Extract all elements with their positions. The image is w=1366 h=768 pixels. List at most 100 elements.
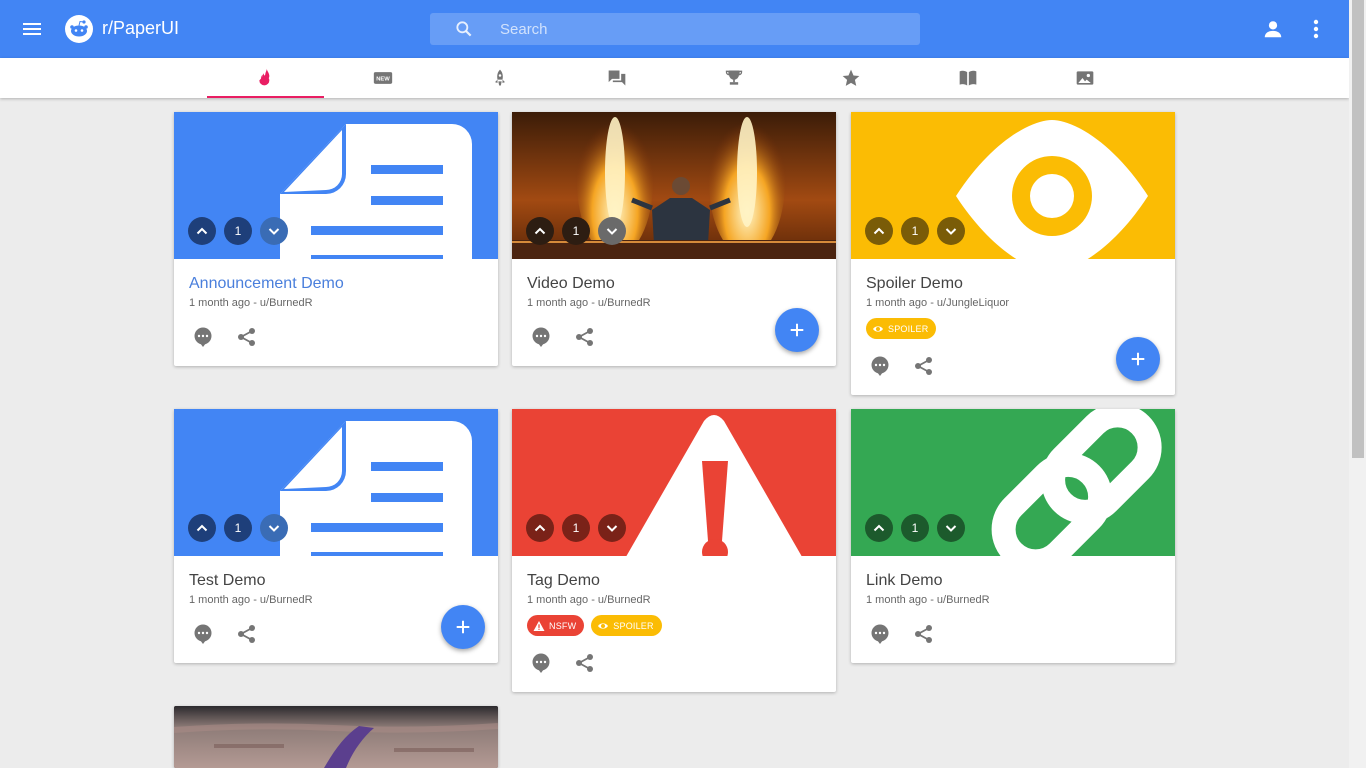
chevron-up-icon: [873, 524, 885, 532]
post-card[interactable]: 1 Tag Demo 1 month ago - u/BurnedR NSFW …: [512, 409, 836, 692]
post-tags: SPOILER: [866, 318, 937, 339]
vote-controls: 1: [188, 514, 288, 542]
spoiler-tag: SPOILER: [866, 318, 937, 339]
post-title[interactable]: Test Demo: [189, 572, 265, 590]
tab-controversial[interactable]: [558, 58, 675, 98]
post-actions: [192, 623, 258, 645]
post-thumbnail[interactable]: 1: [174, 409, 498, 556]
upvote-button[interactable]: [526, 514, 554, 542]
score-badge: 1: [562, 217, 590, 245]
vote-controls: 1: [188, 217, 288, 245]
upvote-button[interactable]: [526, 217, 554, 245]
add-button[interactable]: [775, 308, 819, 352]
eye-icon: [873, 325, 883, 332]
score-badge: 1: [562, 514, 590, 542]
chevron-up-icon: [873, 227, 885, 235]
reddit-logo-icon[interactable]: [65, 15, 93, 43]
vote-controls: 1: [526, 514, 626, 542]
comment-icon[interactable]: [869, 623, 891, 645]
post-thumbnail[interactable]: 1: [512, 409, 836, 556]
post-meta: 1 month ago - u/BurnedR: [527, 297, 651, 309]
share-icon[interactable]: [236, 623, 258, 645]
comment-icon[interactable]: [530, 326, 552, 348]
downvote-button[interactable]: [260, 217, 288, 245]
comment-icon[interactable]: [192, 623, 214, 645]
post-card[interactable]: 1 Announcement Demo 1 month ago - u/Burn…: [174, 112, 498, 366]
post-meta: 1 month ago - u/BurnedR: [866, 594, 990, 606]
post-actions: [869, 623, 935, 645]
chevron-down-icon: [945, 228, 957, 235]
more-vert-icon[interactable]: [1305, 17, 1327, 41]
tab-top[interactable]: [675, 58, 792, 98]
search-icon: [454, 19, 474, 39]
tab-rising[interactable]: [441, 58, 558, 98]
tag-label: NSFW: [549, 620, 577, 631]
forum-icon: [608, 70, 625, 86]
chevron-down-icon: [268, 228, 280, 235]
post-card[interactable]: 1 Video Demo 1 month ago - u/BurnedR: [512, 112, 836, 366]
post-meta: 1 month ago - u/BurnedR: [527, 594, 651, 606]
downvote-button[interactable]: [598, 217, 626, 245]
comment-icon[interactable]: [869, 355, 891, 377]
share-icon[interactable]: [574, 652, 596, 674]
tab-gallery[interactable]: [1026, 58, 1143, 98]
app-title[interactable]: r/PaperUI: [102, 18, 179, 39]
tab-hot[interactable]: [207, 58, 324, 98]
vote-controls: 1: [865, 217, 965, 245]
sort-tabs: NEW: [0, 58, 1349, 98]
post-title[interactable]: Spoiler Demo: [866, 275, 963, 293]
score-badge: 1: [901, 514, 929, 542]
post-card[interactable]: 1 Test Demo 1 month ago - u/BurnedR: [174, 409, 498, 663]
add-button[interactable]: [1116, 337, 1160, 381]
post-title[interactable]: Announcement Demo: [189, 275, 344, 293]
post-card[interactable]: [174, 706, 498, 768]
search-input[interactable]: [500, 13, 900, 45]
flame-icon: [258, 68, 269, 86]
upvote-button[interactable]: [865, 217, 893, 245]
downvote-button[interactable]: [598, 514, 626, 542]
post-thumbnail[interactable]: 1: [851, 409, 1175, 556]
account-icon[interactable]: [1262, 18, 1284, 40]
share-icon[interactable]: [574, 326, 596, 348]
score-badge: 1: [901, 217, 929, 245]
plus-icon: [1131, 352, 1145, 366]
plus-icon: [790, 323, 804, 337]
downvote-button[interactable]: [937, 217, 965, 245]
tag-label: SPOILER: [613, 620, 654, 631]
warning-icon: [533, 620, 545, 631]
nsfw-tag: NSFW: [527, 615, 585, 636]
post-title[interactable]: Link Demo: [866, 572, 942, 590]
comment-icon[interactable]: [530, 652, 552, 674]
upvote-button[interactable]: [188, 514, 216, 542]
share-icon[interactable]: [913, 355, 935, 377]
share-icon[interactable]: [913, 623, 935, 645]
search-bar[interactable]: [430, 13, 920, 45]
add-button[interactable]: [441, 605, 485, 649]
tab-new[interactable]: NEW: [324, 58, 441, 98]
star-icon: [842, 69, 859, 86]
post-thumbnail[interactable]: [174, 706, 498, 768]
post-tags: NSFW SPOILER: [527, 615, 662, 636]
scrollbar-thumb[interactable]: [1352, 0, 1364, 458]
post-title[interactable]: Tag Demo: [527, 572, 600, 590]
post-thumbnail[interactable]: 1: [512, 112, 836, 259]
new-badge-icon: NEW: [373, 72, 392, 84]
downvote-button[interactable]: [937, 514, 965, 542]
post-title[interactable]: Video Demo: [527, 275, 615, 293]
upvote-button[interactable]: [865, 514, 893, 542]
comment-icon[interactable]: [192, 326, 214, 348]
upvote-button[interactable]: [188, 217, 216, 245]
downvote-button[interactable]: [260, 514, 288, 542]
tab-gilded[interactable]: [792, 58, 909, 98]
post-thumbnail[interactable]: 1: [174, 112, 498, 259]
menu-icon[interactable]: [20, 17, 44, 41]
tab-wiki[interactable]: [909, 58, 1026, 98]
post-meta: 1 month ago - u/BurnedR: [189, 297, 313, 309]
post-card[interactable]: 1 Spoiler Demo 1 month ago - u/JungleLiq…: [851, 112, 1175, 395]
vote-controls: 1: [526, 217, 626, 245]
post-thumbnail[interactable]: 1: [851, 112, 1175, 259]
chevron-up-icon: [196, 524, 208, 532]
chevron-down-icon: [268, 525, 280, 532]
share-icon[interactable]: [236, 326, 258, 348]
post-card[interactable]: 1 Link Demo 1 month ago - u/BurnedR: [851, 409, 1175, 663]
